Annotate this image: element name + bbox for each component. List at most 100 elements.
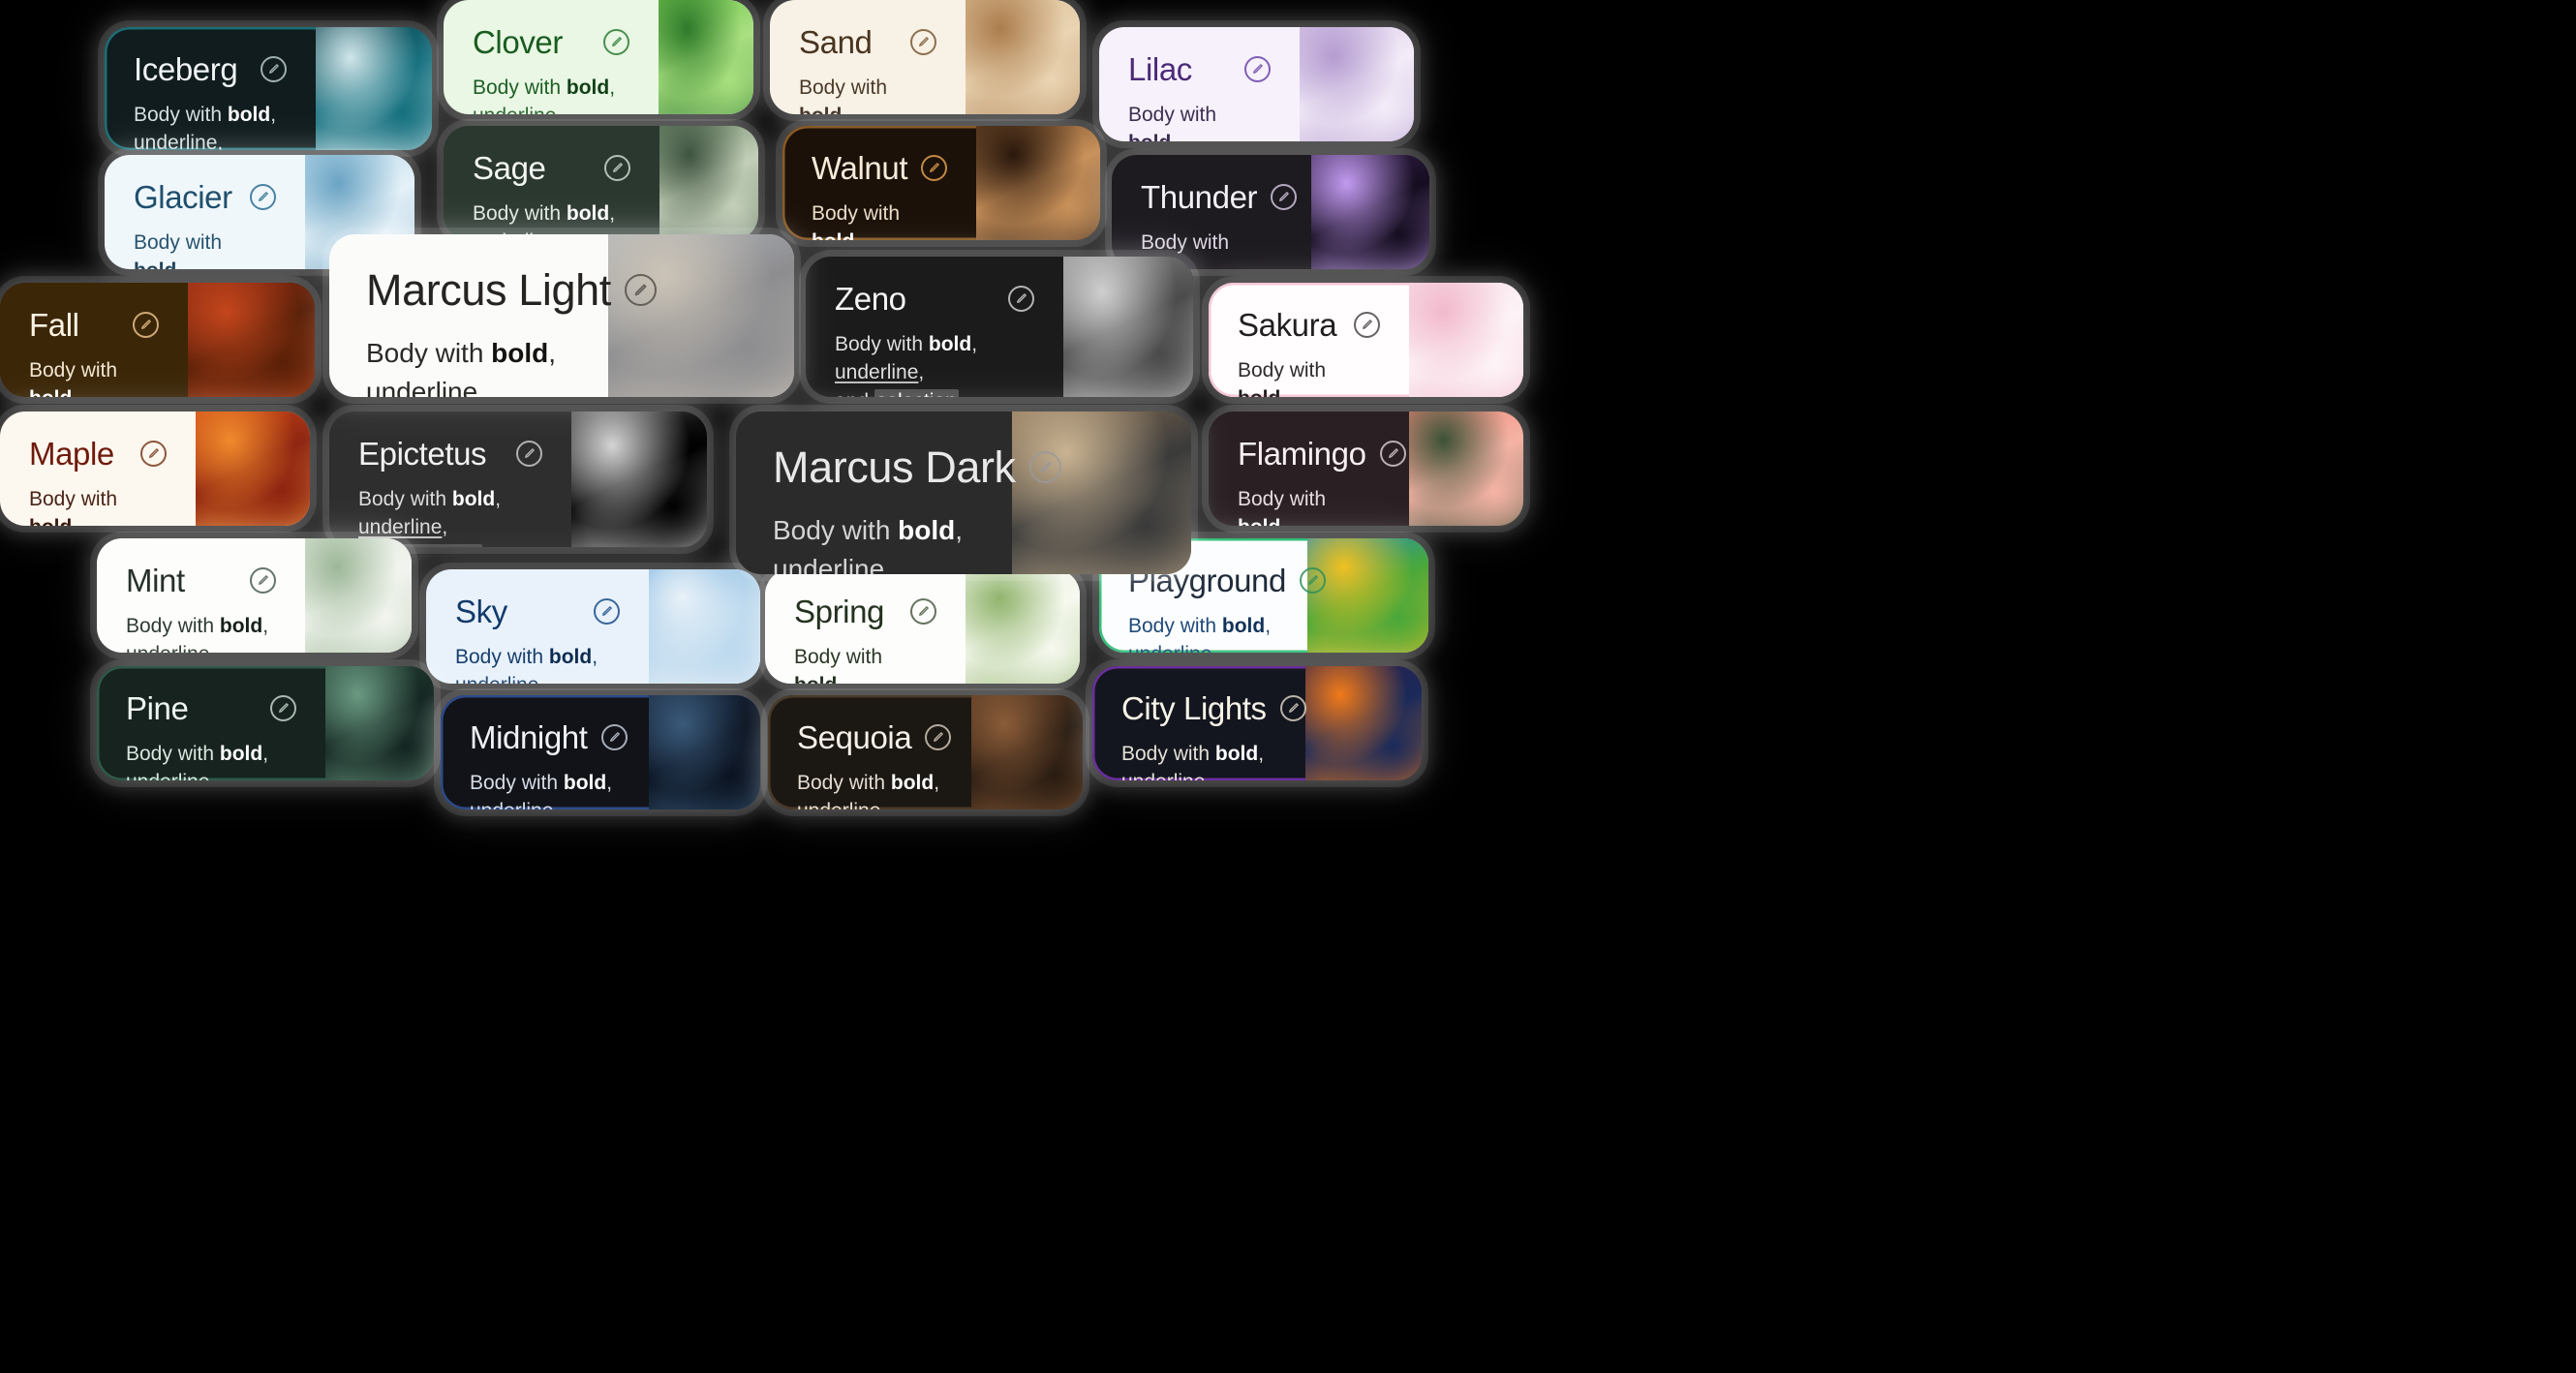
- card-body: Iceberg Body with bold, underline,and se…: [105, 27, 316, 150]
- bold-sample: bold: [29, 387, 72, 397]
- card-title-row: Lilac: [1128, 52, 1271, 87]
- card-title-row: Fall: [29, 308, 159, 343]
- underline-sample: underline: [1121, 771, 1205, 780]
- theme-card-mint[interactable]: Mint Body with bold, underline,and selec…: [97, 538, 412, 653]
- card-title: Marcus Light: [366, 265, 611, 315]
- pencil-edit-icon[interactable]: [600, 724, 628, 750]
- pencil-edit-icon[interactable]: [910, 29, 936, 55]
- theme-card-pine[interactable]: Pine Body with bold, underline,and selec…: [97, 666, 434, 780]
- card-thumbnail-image: [1300, 27, 1414, 141]
- bold-sample: bold: [134, 259, 176, 269]
- pencil-edit-icon[interactable]: [921, 155, 948, 181]
- pencil-edit-icon[interactable]: [270, 695, 296, 721]
- card-title-row: Midnight: [470, 720, 628, 755]
- theme-gallery: Iceberg Body with bold, underline,and se…: [0, 0, 2576, 1373]
- theme-card-thunder[interactable]: Thunder Body with bold, underline,and se…: [1112, 155, 1429, 269]
- pencil-edit-icon[interactable]: [1354, 312, 1380, 338]
- card-title-row: Marcus Light: [366, 266, 657, 315]
- theme-card-walnut[interactable]: Walnut Body with bold, underline,and sel…: [782, 126, 1100, 240]
- pencil-edit-icon[interactable]: [925, 724, 952, 750]
- card-thumbnail-image: [1409, 412, 1523, 526]
- theme-card-spring[interactable]: Spring Body with bold, underline,and sel…: [765, 569, 1080, 684]
- bold-sample: bold: [1238, 516, 1280, 526]
- theme-card-sand[interactable]: Sand Body with bold, underline,and selec…: [770, 0, 1080, 114]
- bold-sample: bold: [812, 230, 854, 240]
- theme-card-flamingo[interactable]: Flamingo Body with bold, underline,and s…: [1209, 412, 1523, 526]
- theme-card-midnight[interactable]: Midnight Body with bold, underline,and s…: [441, 695, 760, 809]
- theme-card-city-lights[interactable]: City Lights Body with bold, underline,an…: [1092, 666, 1422, 780]
- card-thumbnail-image: [1311, 155, 1429, 269]
- bold-sample: bold: [566, 201, 610, 225]
- theme-card-iceberg[interactable]: Iceberg Body with bold, underline,and se…: [105, 27, 432, 150]
- card-title-row: Spring: [794, 595, 936, 629]
- pencil-edit-icon[interactable]: [603, 29, 629, 55]
- bold-sample: bold: [1214, 742, 1259, 765]
- card-thumbnail-image: [608, 234, 794, 397]
- bold-sample: bold: [794, 674, 837, 684]
- theme-card-maple[interactable]: Maple Body with bold, underline,and sele…: [0, 412, 310, 526]
- card-body-text: Body with bold, underline,and selection.: [470, 769, 620, 809]
- card-title: City Lights: [1121, 690, 1267, 726]
- card-thumbnail-image: [1409, 283, 1523, 397]
- pencil-edit-icon[interactable]: [594, 598, 620, 625]
- bold-sample: bold: [799, 105, 842, 114]
- theme-card-marcus-dark[interactable]: Marcus Dark Body with bold, underline,an…: [736, 412, 1191, 574]
- theme-card-sequoia[interactable]: Sequoia Body with bold, underline,and se…: [768, 695, 1083, 809]
- pencil-edit-icon[interactable]: [250, 567, 276, 594]
- card-title-row: Sky: [455, 595, 620, 629]
- card-title-row: City Lights: [1121, 690, 1306, 726]
- theme-card-sakura[interactable]: Sakura Body with bold, underline,and sel…: [1209, 283, 1523, 397]
- underline-sample: underline: [797, 800, 880, 809]
- card-title-row: Marcus Dark: [773, 443, 1061, 492]
- bold-sample: bold: [898, 514, 956, 545]
- card-body: Walnut Body with bold, underline,and sel…: [782, 126, 976, 240]
- theme-card-epictetus[interactable]: Epictetus Body with bold, underline,and …: [329, 412, 707, 547]
- pencil-edit-icon[interactable]: [1028, 451, 1061, 483]
- card-thumbnail-image: [971, 695, 1083, 809]
- underline-sample: underline: [455, 674, 538, 684]
- card-title-row: Sequoia: [797, 720, 952, 755]
- card-body: Flamingo Body with bold, underline,and s…: [1209, 412, 1409, 526]
- card-body: Fall Body with bold, underline,and selec…: [0, 283, 188, 397]
- bold-sample: bold: [227, 103, 271, 126]
- pencil-edit-icon[interactable]: [133, 312, 159, 338]
- theme-card-marcus-light[interactable]: Marcus Light Body with bold, underline,a…: [329, 234, 794, 397]
- pencil-edit-icon[interactable]: [1379, 441, 1406, 467]
- card-thumbnail-image: [571, 412, 707, 547]
- selection-sample: selection: [874, 389, 959, 397]
- pencil-edit-icon[interactable]: [1271, 184, 1298, 210]
- card-body-text: Body with bold, underline,and selection.: [797, 769, 942, 809]
- pencil-edit-icon[interactable]: [1008, 286, 1034, 312]
- card-body-text: Body with bold, underline,and selection.: [134, 101, 287, 150]
- pencil-edit-icon[interactable]: [1299, 567, 1326, 594]
- pencil-edit-icon[interactable]: [516, 441, 542, 467]
- pencil-edit-icon[interactable]: [250, 184, 276, 210]
- underline-sample: underline: [134, 132, 218, 150]
- theme-card-clover[interactable]: Clover Body with bold, underline,and sel…: [444, 0, 753, 114]
- underline-sample: underline: [470, 800, 553, 809]
- pencil-edit-icon[interactable]: [140, 441, 167, 467]
- card-body: Midnight Body with bold, underline,and s…: [441, 695, 649, 809]
- theme-card-fall[interactable]: Fall Body with bold, underline,and selec…: [0, 283, 315, 397]
- pencil-edit-icon[interactable]: [604, 155, 630, 181]
- theme-card-sky[interactable]: Sky Body with bold, underline,and select…: [426, 569, 760, 684]
- pencil-edit-icon[interactable]: [261, 56, 287, 82]
- theme-card-lilac[interactable]: Lilac Body with bold, underline,and sele…: [1099, 27, 1414, 141]
- pencil-edit-icon[interactable]: [910, 598, 936, 625]
- underline-sample: underline: [358, 516, 443, 539]
- pencil-edit-icon[interactable]: [624, 274, 657, 306]
- bold-sample: bold: [566, 76, 610, 99]
- card-thumbnail-image: [188, 283, 315, 397]
- card-body-text: Body with bold, underline,and selection.: [1238, 356, 1380, 397]
- card-title: Thunder: [1141, 179, 1258, 215]
- theme-card-zeno[interactable]: Zeno Body with bold, underline,and selec…: [806, 257, 1193, 397]
- card-body-text: Body with bold, underline,and selection.: [1128, 101, 1271, 141]
- card-thumbnail-image: [1307, 538, 1428, 653]
- card-body: Pine Body with bold, underline,and selec…: [97, 666, 325, 780]
- theme-card-sage[interactable]: Sage Body with bold, underline,and selec…: [444, 126, 758, 240]
- card-title-row: Iceberg: [134, 52, 287, 87]
- pencil-edit-icon[interactable]: [1279, 695, 1306, 721]
- pencil-edit-icon[interactable]: [1244, 56, 1271, 82]
- bold-sample: bold: [29, 516, 72, 526]
- card-title: Iceberg: [134, 51, 238, 87]
